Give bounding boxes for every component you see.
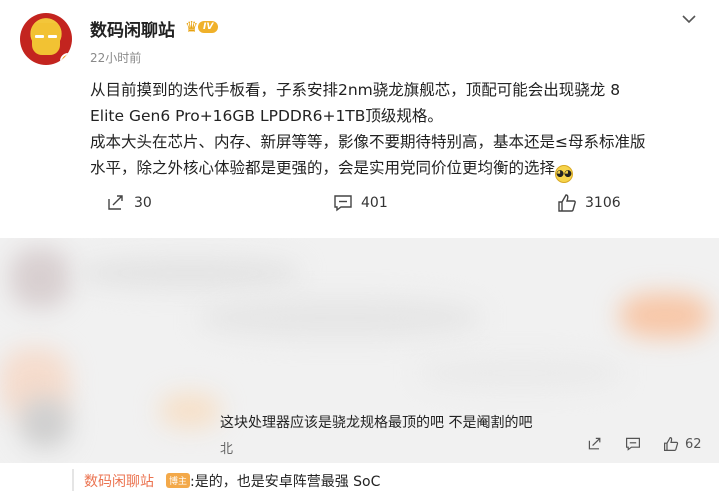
comment-count: 401 (361, 195, 388, 211)
post-content-line: 从目前摸到的迭代手板看，子系安排2nm骁龙旗舰芯，顶配可能会出现骁龙 8 (90, 81, 621, 99)
reply-item: 数码闲聊站 博主 :是的，也是安卓阵营最强 SoC (72, 463, 719, 497)
repost-button[interactable]: 30 (106, 193, 152, 213)
comment-icon (334, 195, 352, 212)
more-options-chevron-icon[interactable] (681, 10, 697, 29)
repost-icon[interactable] (587, 436, 603, 452)
comment-text: 这块处理器应该是骁龙规格最顶的吧 不是阉割的吧 (220, 415, 533, 431)
post-username[interactable]: 数码闲聊站 (90, 16, 175, 41)
thumbs-up-icon (664, 436, 679, 451)
repost-count: 30 (134, 195, 152, 211)
weibo-post: v 数码闲聊站 ♛ IV 22小时前 从目前摸到的迭代手板看，子系安排2nm骁龙… (0, 0, 719, 232)
comment-icon[interactable] (625, 436, 641, 452)
post-content-line: Elite Gen6 Pro+16GB LPDDR6+1TB顶级规格。 (90, 107, 443, 125)
post-content: 从目前摸到的迭代手板看，子系安排2nm骁龙旗舰芯，顶配可能会出现骁龙 8 Eli… (90, 77, 700, 183)
comment-like-button[interactable]: 62 (663, 436, 702, 452)
post-content-line: 水平，除之外核心体验都是更强的，会是实用党同价位更均衡的选择◕◕ (90, 155, 700, 183)
crown-icon: ♛ (185, 18, 199, 36)
like-button[interactable]: 3106 (557, 193, 621, 213)
verified-badge-icon: v (60, 53, 72, 65)
comment-button[interactable]: 401 (333, 193, 388, 213)
post-actions: 30 401 3106 (0, 193, 719, 217)
thumbs-up-icon (558, 194, 576, 212)
comment-like-count: 62 (685, 436, 702, 452)
repost-icon (108, 195, 123, 210)
reply-username[interactable]: 数码闲聊站 (84, 471, 154, 491)
post-time: 22小时前 (90, 51, 142, 65)
like-count: 3106 (585, 195, 621, 211)
emoji-icon: ◕◕ (555, 165, 574, 183)
reply-divider (72, 469, 74, 491)
comment-actions: 62 (587, 436, 702, 452)
level-badge: IV (198, 21, 219, 33)
reply-text: :是的，也是安卓阵营最强 SoC (190, 474, 381, 490)
post-content-line: 成本大头在芯片、内存、新屏等等，影像不要期待特别高，基本还是≤母系标准版 (90, 133, 646, 151)
comment-location: 北 (220, 442, 234, 457)
iron-man-mask-icon (32, 23, 60, 55)
avatar[interactable]: v (20, 13, 72, 65)
author-tag-badge: 博主 (166, 473, 191, 488)
